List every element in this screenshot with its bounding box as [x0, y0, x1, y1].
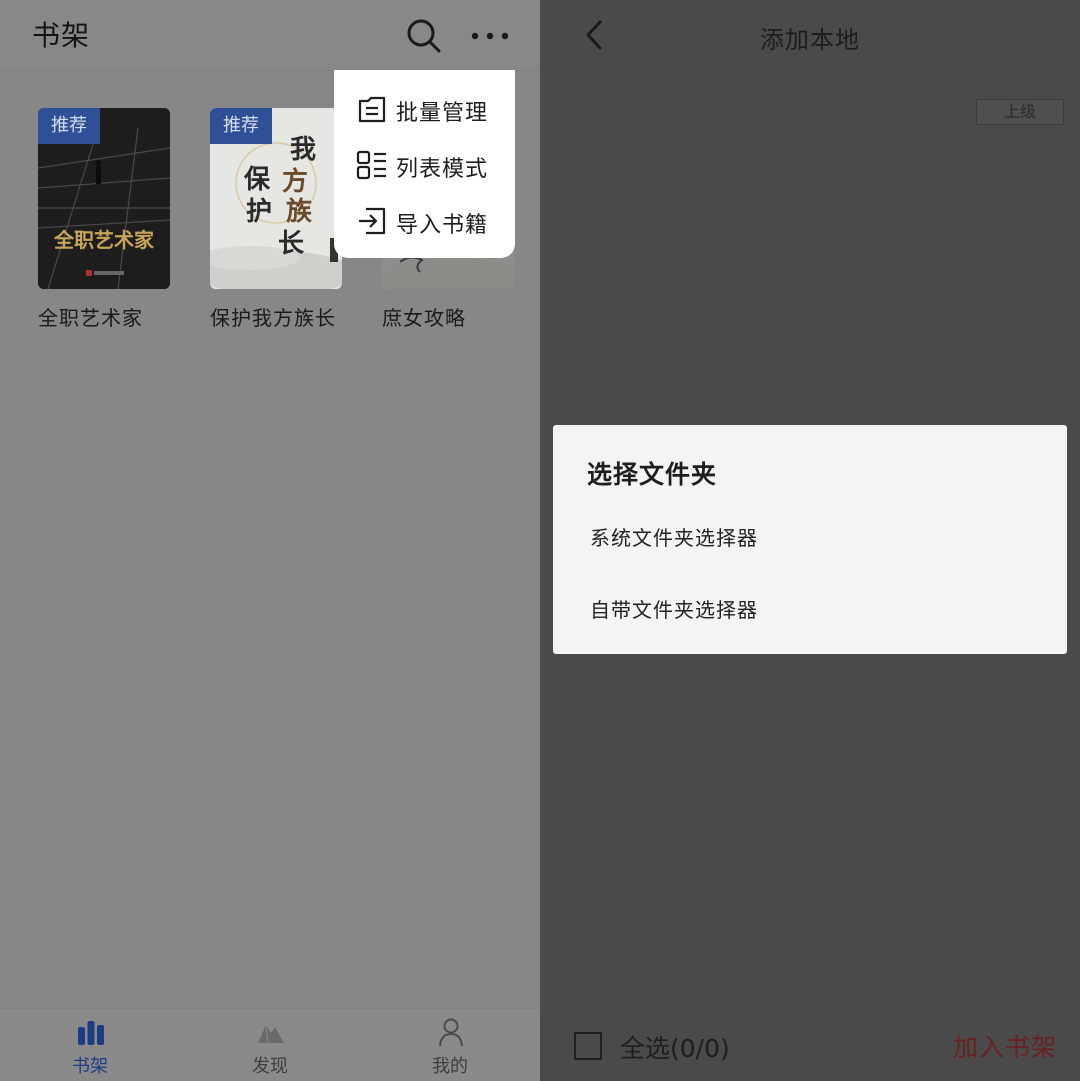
nav-profile[interactable]: 我的 [390, 1009, 510, 1081]
profile-icon [436, 1017, 466, 1047]
svg-text:方: 方 [282, 166, 308, 196]
book-title: 庶女攻略 [382, 306, 466, 330]
select-all-label: 全选(0/0) [620, 1034, 730, 1063]
book-cover: 全职艺术家 推荐 [38, 108, 170, 289]
recommend-tag: 推荐 [38, 108, 100, 144]
page-title: 添加本地 [760, 26, 860, 54]
menu-item-batch-manage[interactable]: 批量管理 [356, 89, 506, 129]
svg-text:保: 保 [243, 165, 271, 194]
menu-item-list-mode[interactable]: 列表模式 [356, 145, 506, 185]
recommend-tag: 推荐 [210, 108, 272, 144]
import-icon [356, 205, 388, 237]
select-folder-dialog: 选择文件夹 系统文件夹选择器 自带文件夹选择器 [553, 425, 1067, 654]
menu-item-label: 导入书籍 [396, 213, 489, 238]
search-icon [407, 19, 441, 53]
select-all-checkbox[interactable] [574, 1032, 602, 1060]
option-builtin-folder-picker[interactable]: 自带文件夹选择器 [590, 594, 758, 623]
nav-label: 我的 [432, 1056, 468, 1077]
svg-text:族: 族 [286, 196, 313, 226]
select-all-toggle[interactable]: 全选(0/0) [574, 1030, 774, 1063]
svg-text:护: 护 [246, 197, 272, 226]
book-title: 保护我方族长 [210, 306, 336, 330]
nav-label: 书架 [72, 1056, 108, 1077]
nav-bookshelf[interactable]: 书架 [30, 1009, 150, 1081]
svg-text:长: 长 [278, 229, 305, 258]
more-button[interactable] [468, 20, 512, 52]
more-dots-icon [471, 32, 509, 40]
svg-text:我: 我 [290, 135, 316, 164]
cover-title: 全职艺术家 [53, 228, 155, 252]
add-to-shelf-button[interactable]: 加入书架 [953, 1028, 1057, 1064]
menu-item-import-books[interactable]: 导入书籍 [356, 201, 506, 241]
menu-item-label: 列表模式 [396, 157, 489, 182]
bookshelf-icon [76, 1017, 106, 1047]
page-title: 书架 [32, 19, 91, 52]
parent-folder-button[interactable]: 上级 [976, 99, 1064, 125]
dialog-title: 选择文件夹 [587, 460, 718, 489]
bottom-nav: 书架 发现 我的 [0, 1008, 540, 1081]
batch-manage-icon [356, 93, 388, 125]
nav-discover[interactable]: 发现 [210, 1009, 330, 1081]
nav-label: 发现 [252, 1056, 288, 1077]
menu-item-label: 批量管理 [396, 101, 489, 126]
top-bar: 书架 [0, 0, 540, 71]
search-button[interactable] [404, 16, 444, 56]
discover-icon [256, 1017, 286, 1047]
book-cover: 我 保 方 护 族 长 推荐 [210, 108, 342, 289]
book-title: 全职艺术家 [38, 306, 143, 330]
option-system-folder-picker[interactable]: 系统文件夹选择器 [590, 522, 758, 551]
list-mode-icon [356, 149, 388, 181]
bookshelf-screen: 书架 全职艺术家 推荐 全职艺术家 我 保 方 护 族 长 推荐 保护我方族长 … [0, 0, 540, 1081]
more-menu-popup: 批量管理 列表模式 导入书籍 [334, 70, 515, 258]
add-local-screen: 添加本地 上级 选择文件夹 系统文件夹选择器 自带文件夹选择器 全选(0/0) … [540, 0, 1080, 1081]
